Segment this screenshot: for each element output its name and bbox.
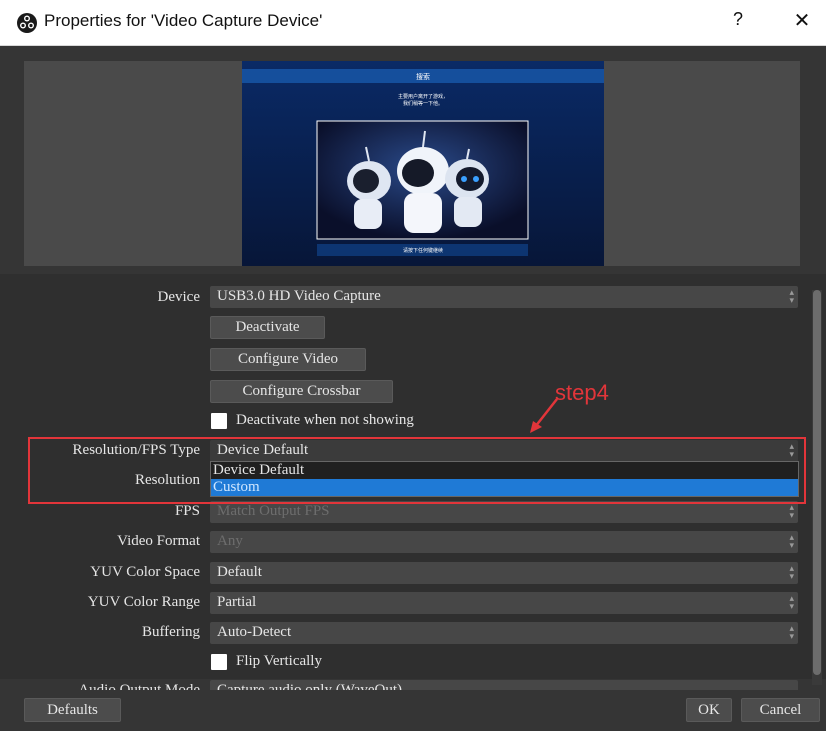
spin-arrows-icon: ▴ ▾ xyxy=(789,533,794,551)
title-bar: Properties for 'Video Capture Device' ? … xyxy=(0,0,826,46)
fps-value: Match Output FPS xyxy=(217,503,330,519)
yuv-color-space-select[interactable]: Default ▴ ▾ xyxy=(210,562,798,584)
window-title: Properties for 'Video Capture Device' xyxy=(44,11,323,30)
video-preview: 搜索 主要用户离开了游戏， 我们稍等一下他。 请按下任何键继续 xyxy=(242,61,604,266)
fps-select[interactable]: Match Output FPS ▴ ▾ xyxy=(210,501,798,523)
preview-message-line2: 我们稍等一下他。 xyxy=(403,100,443,107)
buffering-select[interactable]: Auto-Detect ▴ ▾ xyxy=(210,622,798,644)
dialog-footer: Defaults OK Cancel xyxy=(0,690,826,731)
fps-label: FPS xyxy=(174,503,200,519)
close-button[interactable]: ✕ xyxy=(790,8,814,36)
preview-message-line1: 主要用户离开了游戏， xyxy=(398,93,448,100)
step-arrow-icon xyxy=(530,398,558,433)
preview-footer-text: 请按下任何键继续 xyxy=(403,247,443,254)
flip-vertically-label: Flip Vertically xyxy=(236,653,322,669)
defaults-button[interactable]: Defaults xyxy=(24,698,121,722)
spin-arrows-icon: ▴ ▾ xyxy=(789,503,794,521)
video-format-select[interactable]: Any ▴ ▾ xyxy=(210,531,798,553)
obs-logo-icon xyxy=(17,13,37,33)
video-format-value: Any xyxy=(217,533,243,549)
yuv-color-space-value: Default xyxy=(217,564,262,580)
ok-button[interactable]: OK xyxy=(686,698,732,722)
spin-arrows-icon: ▴ ▾ xyxy=(789,624,794,642)
configure-video-button[interactable]: Configure Video xyxy=(210,348,366,371)
buffering-value: Auto-Detect xyxy=(217,624,292,640)
device-label: Device xyxy=(157,289,200,305)
step-highlight-box xyxy=(28,437,806,504)
help-button[interactable]: ? xyxy=(728,9,748,35)
device-select[interactable]: USB3.0 HD Video Capture ▴ ▾ xyxy=(210,286,798,308)
configure-crossbar-button[interactable]: Configure Crossbar xyxy=(210,380,393,403)
deactivate-button[interactable]: Deactivate xyxy=(210,316,325,339)
flip-vertically-checkbox[interactable] xyxy=(211,654,227,670)
properties-scrollbar[interactable] xyxy=(812,290,822,685)
device-value: USB3.0 HD Video Capture xyxy=(217,288,381,304)
yuv-color-range-value: Partial xyxy=(217,594,257,610)
yuv-color-range-select[interactable]: Partial ▴ ▾ xyxy=(210,592,798,614)
yuv-color-space-label: YUV Color Space xyxy=(90,564,200,580)
spin-arrows-icon: ▴ ▾ xyxy=(789,288,794,306)
spin-arrows-icon: ▴ ▾ xyxy=(789,564,794,582)
deactivate-when-not-showing-checkbox[interactable] xyxy=(211,413,227,429)
spin-arrows-icon: ▴ ▾ xyxy=(789,594,794,612)
video-preview-image: 搜索 主要用户离开了游戏， 我们稍等一下他。 请按下任何键继续 xyxy=(242,61,604,266)
yuv-color-range-label: YUV Color Range xyxy=(87,594,200,610)
preview-screen-title: 搜索 xyxy=(416,72,430,81)
preview-area: 搜索 主要用户离开了游戏， 我们稍等一下他。 请按下任何键继续 xyxy=(24,61,800,266)
buffering-label: Buffering xyxy=(141,624,200,640)
scrollbar-thumb[interactable] xyxy=(813,290,821,675)
cancel-button[interactable]: Cancel xyxy=(741,698,820,722)
deactivate-when-not-showing-label: Deactivate when not showing xyxy=(236,412,414,428)
video-format-label: Video Format xyxy=(117,533,200,549)
